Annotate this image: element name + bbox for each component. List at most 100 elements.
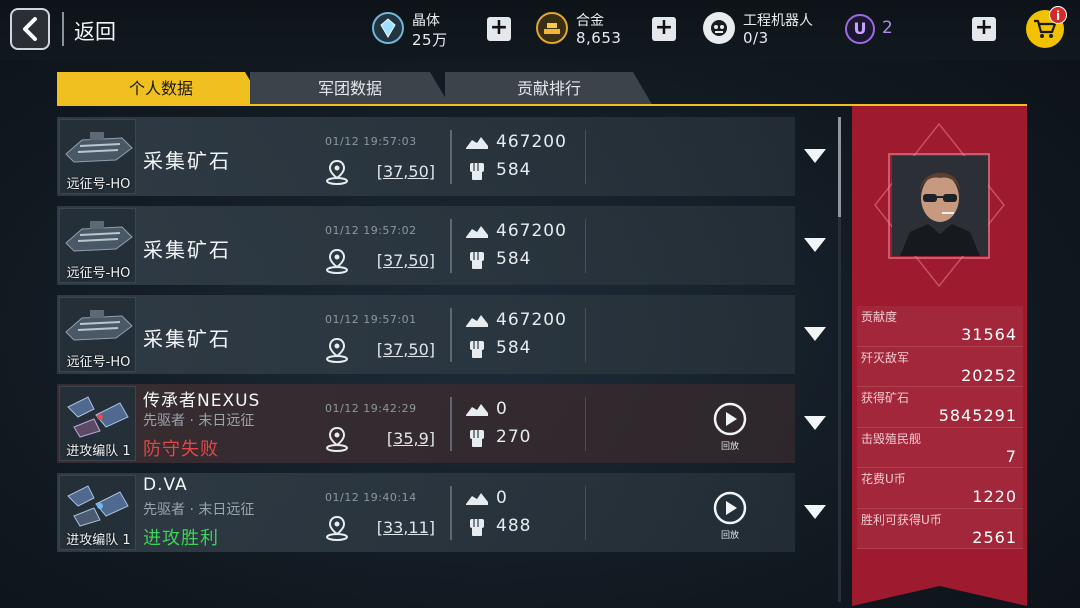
notification-badge: i (1049, 6, 1067, 24)
replay-label[interactable]: 回放 (715, 439, 745, 452)
battle-result: 进攻胜利 (143, 528, 219, 549)
divider (585, 130, 586, 184)
stat-label: 贡献度 (861, 310, 898, 324)
fleet-name: 进攻编队 1 (66, 533, 131, 548)
ship-thumbnail: 远征号-HO (59, 297, 136, 372)
divider (585, 486, 586, 540)
stat-value: 2561 (972, 527, 1017, 547)
ore-value: 467200 (496, 132, 567, 152)
stat-label: 获得矿石 (861, 391, 910, 405)
ore-icon (466, 315, 488, 327)
u-coin-value: 2 (882, 18, 893, 38)
stat-enemies-destroyed: 歼灭敌军 20252 (857, 346, 1023, 387)
list-item[interactable]: 进攻编队 1 D.VA 先驱者 · 末日远征 进攻胜利 01/12 19:40:… (57, 473, 826, 552)
replay-label[interactable]: 回放 (715, 528, 745, 541)
opponent-alliance: 先驱者 · 末日远征 (143, 502, 255, 518)
stat-victory-u-coin: 胜利可获得U币 2561 (857, 508, 1023, 549)
timestamp: 01/12 19:42:29 (325, 402, 417, 415)
battle-result: 防守失败 (143, 439, 219, 460)
divider (585, 219, 586, 273)
location-pin-icon (326, 337, 348, 363)
replay-play-icon[interactable] (713, 491, 747, 525)
stat-label: 歼灭敌军 (861, 350, 910, 365)
fist-icon (470, 252, 484, 269)
divider (62, 12, 64, 46)
stat-label: 花费U币 (861, 472, 906, 486)
crystal-label: 晶体 (412, 13, 440, 29)
chevron-down-icon[interactable] (803, 325, 827, 343)
alloy-icon (536, 12, 568, 44)
coordinate-link[interactable]: [37,50] (355, 162, 435, 181)
ship-name: 远征号-HO (66, 177, 131, 192)
robot-label: 工程机器人 (743, 13, 813, 29)
add-u-coin-button[interactable]: + (972, 17, 996, 41)
fleet-thumbnail: 进攻编队 1 (59, 386, 136, 461)
contribution-stats: 贡献度 31564 歼灭敌军 20252 获得矿石 5845291 击毁殖民舰 … (857, 306, 1023, 549)
divider (450, 130, 452, 184)
fist-icon (470, 163, 484, 180)
scrollbar-thumb[interactable] (838, 117, 841, 217)
u-coin-icon: U (845, 14, 875, 44)
opponent-name: 传承者NEXUS (143, 391, 261, 411)
fist-icon (470, 519, 484, 536)
avatar[interactable] (892, 156, 988, 256)
add-crystal-button[interactable]: + (487, 17, 511, 41)
ship-name: 远征号-HO (66, 355, 131, 370)
timestamp: 01/12 19:57:02 (325, 224, 417, 237)
chevron-down-icon[interactable] (803, 236, 827, 254)
record-title: 采集矿石 (143, 327, 231, 351)
ship-name: 远征号-HO (66, 266, 131, 281)
timestamp: 01/12 19:40:14 (325, 491, 417, 504)
ship-thumbnail: 远征号-HO (59, 119, 136, 194)
tab-legion-data[interactable]: 军团数据 (250, 72, 450, 106)
record-title: 采集矿石 (143, 149, 231, 173)
ore-icon (466, 493, 488, 505)
replay-play-icon[interactable] (713, 402, 747, 436)
list-item[interactable]: 远征号-HO 采集矿石 01/12 19:57:03 [37,50] 46720… (57, 117, 826, 196)
coordinate-link[interactable]: [35,9] (355, 429, 435, 448)
stat-value: 31564 (961, 325, 1017, 344)
alloy-label: 合金 (576, 13, 604, 29)
stat-colony-ships-destroyed: 击毁殖民舰 7 (857, 427, 1023, 468)
stat-value: 20252 (961, 365, 1017, 385)
location-pin-icon (326, 159, 348, 185)
coordinate-link[interactable]: [37,50] (355, 251, 435, 270)
chevron-down-icon[interactable] (803, 147, 827, 165)
power-value: 584 (496, 160, 532, 180)
chevron-left-icon (23, 17, 37, 41)
stat-value: 5845291 (938, 406, 1017, 425)
ore-icon (466, 137, 488, 149)
stat-u-coin-spent: 花费U币 1220 (857, 468, 1023, 509)
location-pin-icon (326, 426, 348, 452)
coordinate-link[interactable]: [37,50] (355, 340, 435, 359)
record-title: 采集矿石 (143, 238, 231, 262)
back-label[interactable]: 返回 (74, 16, 116, 46)
tab-personal-data[interactable]: 个人数据 (57, 72, 265, 106)
chevron-down-icon[interactable] (803, 414, 827, 432)
divider (585, 308, 586, 362)
location-pin-icon (326, 248, 348, 274)
power-value: 488 (496, 516, 532, 536)
tab-underline (57, 104, 1027, 106)
coordinate-link[interactable]: [33,11] (355, 518, 435, 537)
power-value: 584 (496, 338, 532, 358)
tab-contribution-ranking[interactable]: 贡献排行 (445, 72, 653, 106)
stat-value: 7 (1005, 446, 1017, 466)
list-item[interactable]: 进攻编队 1 传承者NEXUS 先驱者 · 末日远征 防守失败 01/12 19… (57, 384, 826, 463)
crystal-value: 25万 (412, 31, 448, 49)
stat-label: 击毁殖民舰 (861, 431, 922, 446)
list-item[interactable]: 远征号-HO 采集矿石 01/12 19:57:01 [37,50] 46720… (57, 295, 826, 374)
add-alloy-button[interactable]: + (652, 17, 676, 41)
timestamp: 01/12 19:57:03 (325, 135, 417, 148)
stat-ore-gained: 获得矿石 5845291 (857, 387, 1023, 428)
top-bar: 返回 晶体 25万 + 合金 8,653 + 工程机器人 0/3 U 2 + i (0, 0, 1080, 60)
chevron-down-icon[interactable] (803, 503, 827, 521)
back-button[interactable] (10, 8, 50, 50)
robot-value: 0/3 (743, 29, 769, 47)
power-value: 584 (496, 249, 532, 269)
ore-icon (466, 226, 488, 238)
opponent-alliance: 先驱者 · 末日远征 (143, 413, 255, 429)
list-item[interactable]: 远征号-HO 采集矿石 01/12 19:57:02 [37,50] 46720… (57, 206, 826, 285)
opponent-name: D.VA (143, 475, 188, 495)
ore-value: 467200 (496, 310, 567, 330)
